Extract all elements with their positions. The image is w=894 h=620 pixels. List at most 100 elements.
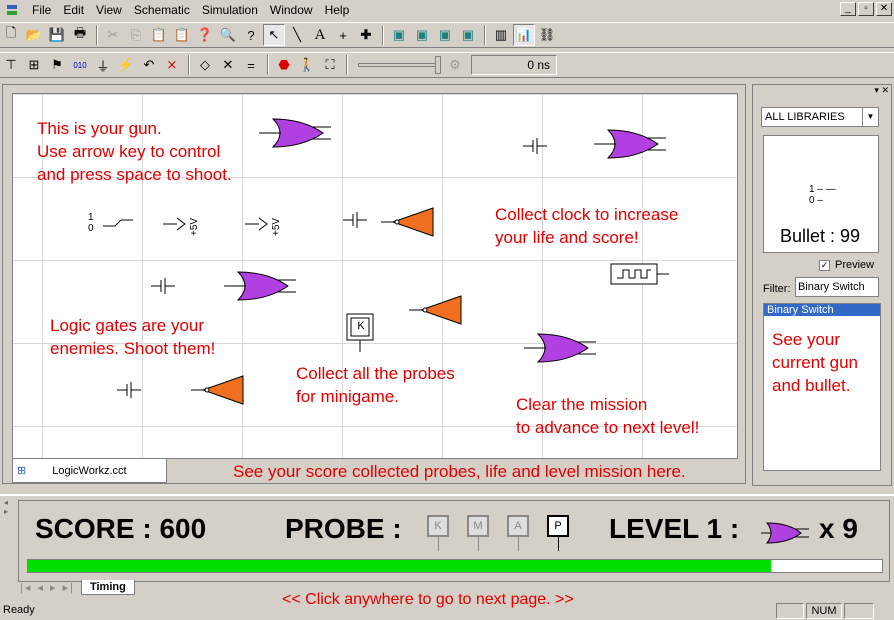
lives-gate-icon bbox=[761, 522, 809, 544]
preview-checkbox[interactable]: ✓ Preview bbox=[819, 259, 874, 271]
help-icon[interactable]: ❓ bbox=[194, 24, 216, 46]
pointer-icon[interactable]: ↖ bbox=[263, 24, 285, 46]
or-gate-enemy bbox=[224, 271, 296, 301]
instruction-line: Logic gates are your bbox=[50, 316, 205, 335]
tool1-icon[interactable]: ⊤ bbox=[0, 54, 22, 76]
panel-close-icon[interactable]: ✕ bbox=[881, 85, 889, 95]
scoreboard: SCORE : 600 PROBE : K M A P LEVEL 1 : x … bbox=[18, 500, 890, 582]
checkbox-checked-icon[interactable]: ✓ bbox=[819, 259, 830, 271]
menu-simulation[interactable]: Simulation bbox=[196, 0, 264, 20]
score-text: SCORE : 600 bbox=[35, 513, 207, 544]
or-gate-enemy bbox=[259, 118, 331, 148]
print-icon[interactable]: 🖶 bbox=[69, 24, 91, 46]
settings-icon[interactable]: ⚙ bbox=[444, 54, 466, 76]
minimize-button[interactable]: _ bbox=[840, 2, 856, 16]
document-tab[interactable]: ⊞ LogicWorkz.cct bbox=[12, 459, 167, 483]
hint-line: and bullet. bbox=[772, 376, 851, 395]
preview-switch: 1 – —0 – bbox=[809, 184, 836, 206]
zoom-icon[interactable]: 🔍 bbox=[217, 24, 239, 46]
toolbar-simulation: ⊤ ⊞ ⚑ 010 ⏚ ⚡ ↶ ⨯ ◇ ✕ = ⬣ 🚶 ⛶ ⚙ 0 ns bbox=[0, 52, 894, 78]
binary-icon[interactable]: 010 bbox=[69, 54, 91, 76]
hint-gun: See your current gun and bullet. bbox=[772, 328, 858, 397]
cut-icon[interactable]: ✂ bbox=[102, 24, 124, 46]
instruction-line: Collect clock to increase bbox=[495, 205, 679, 224]
level-label: LEVEL 1 : bbox=[609, 513, 740, 544]
tool2-icon[interactable]: ⊞ bbox=[23, 54, 45, 76]
undo-icon[interactable]: ↶ bbox=[138, 54, 160, 76]
text-icon[interactable]: A bbox=[309, 24, 331, 46]
step-icon[interactable]: ⛶ bbox=[319, 54, 341, 76]
schematic-canvas[interactable]: 10 +5V +5V K This is your gun. Use arrow… bbox=[12, 93, 738, 459]
chevron-down-icon[interactable]: ▼ bbox=[862, 108, 878, 126]
equals-icon[interactable]: = bbox=[240, 54, 262, 76]
flash-icon[interactable]: ⚡ bbox=[115, 54, 137, 76]
view3-icon[interactable]: ▣ bbox=[434, 24, 456, 46]
save-icon[interactable]: 💾 bbox=[46, 24, 68, 46]
hint-line: See your bbox=[772, 330, 841, 349]
speed-slider[interactable] bbox=[358, 56, 441, 74]
stop-icon[interactable]: ⬣ bbox=[273, 54, 295, 76]
document-tab-label: LogicWorkz.cct bbox=[52, 464, 127, 477]
view2-icon[interactable]: ▣ bbox=[411, 24, 433, 46]
paste-icon[interactable]: 📋 bbox=[148, 24, 170, 46]
menu-edit[interactable]: Edit bbox=[57, 0, 90, 20]
walk-icon[interactable]: 🚶 bbox=[296, 54, 318, 76]
paste-special-icon[interactable]: 📋 bbox=[171, 24, 193, 46]
new-icon[interactable]: 🗋 bbox=[0, 24, 22, 46]
instruction-gun: This is your gun. Use arrow key to contr… bbox=[37, 117, 232, 186]
list-item-selected[interactable]: Binary Switch bbox=[764, 304, 880, 316]
chart-icon[interactable]: 📊 bbox=[513, 24, 535, 46]
menu-view[interactable]: View bbox=[90, 0, 128, 20]
panel-arrows[interactable]: ◂ ▸ bbox=[4, 498, 8, 516]
filter-input[interactable]: Binary Switch bbox=[795, 277, 879, 297]
delete-icon[interactable]: ⨯ bbox=[161, 54, 183, 76]
instruction-line: for minigame. bbox=[296, 387, 399, 406]
probe-tool-icon[interactable]: ⚑ bbox=[46, 54, 68, 76]
vcc-symbol bbox=[163, 217, 186, 231]
instruction-line: Clear the mission bbox=[516, 395, 648, 414]
battery-symbol bbox=[523, 138, 547, 154]
network-icon[interactable]: ⛓ bbox=[536, 24, 558, 46]
preview-box: 1 – —0 – Bullet : 99 bbox=[763, 135, 879, 253]
instruction-line: This is your gun. bbox=[37, 119, 162, 138]
instruction-line: Collect all the probes bbox=[296, 364, 455, 383]
view4-icon[interactable]: ▣ bbox=[457, 24, 479, 46]
menu-schematic[interactable]: Schematic bbox=[128, 0, 196, 20]
app-icon[interactable] bbox=[4, 2, 20, 18]
preview-one: 1 bbox=[809, 184, 815, 195]
restore-button[interactable]: ▫ bbox=[858, 2, 874, 16]
diamond-icon[interactable]: ◇ bbox=[194, 54, 216, 76]
wire-icon[interactable]: ╲ bbox=[286, 24, 308, 46]
window-controls: _ ▫ ✕ bbox=[840, 2, 892, 16]
menu-help[interactable]: Help bbox=[319, 0, 356, 20]
menu-window[interactable]: Window bbox=[264, 0, 319, 20]
pin-icon[interactable]: ▾ bbox=[874, 85, 879, 95]
open-icon[interactable]: 📂 bbox=[23, 24, 45, 46]
component-list[interactable]: Binary Switch See your current gun and b… bbox=[763, 303, 881, 471]
hint-score: See your score collected probes, life an… bbox=[233, 462, 686, 481]
junction-icon[interactable]: + bbox=[332, 24, 354, 46]
gun-switch-labels: 10 bbox=[88, 212, 94, 234]
context-help-icon[interactable]: ? bbox=[240, 24, 262, 46]
library-select[interactable]: ALL LIBRARIES ▼ bbox=[761, 107, 879, 127]
switch-one-label: 1 bbox=[88, 212, 94, 223]
cross-icon[interactable]: ✕ bbox=[217, 54, 239, 76]
lives-count: x 9 bbox=[819, 513, 858, 544]
progress-fill bbox=[28, 560, 771, 572]
probe-slot-k: K bbox=[427, 515, 449, 537]
ground-icon[interactable]: ⏚ bbox=[92, 54, 114, 76]
probe-label: PROBE : bbox=[285, 513, 402, 544]
chip-icon[interactable]: ▥ bbox=[490, 24, 512, 46]
tab-scroll-arrows[interactable]: |◂ ◂ ▸ ▸| bbox=[20, 581, 75, 594]
clock-pickup bbox=[610, 263, 669, 285]
view1-icon[interactable]: ▣ bbox=[388, 24, 410, 46]
tab-timing[interactable]: Timing bbox=[80, 580, 135, 595]
buffer-enemy bbox=[381, 207, 434, 237]
library-panel: ▾ ✕ ALL LIBRARIES ▼ 1 – —0 – Bullet : 99 … bbox=[752, 84, 892, 486]
filter-label: Filter: bbox=[763, 283, 791, 295]
menu-file[interactable]: File bbox=[26, 0, 57, 20]
copy-icon[interactable]: ⎘ bbox=[125, 24, 147, 46]
library-select-value: ALL LIBRARIES bbox=[765, 111, 845, 123]
close-button[interactable]: ✕ bbox=[876, 2, 892, 16]
add-icon[interactable]: ✚ bbox=[355, 24, 377, 46]
